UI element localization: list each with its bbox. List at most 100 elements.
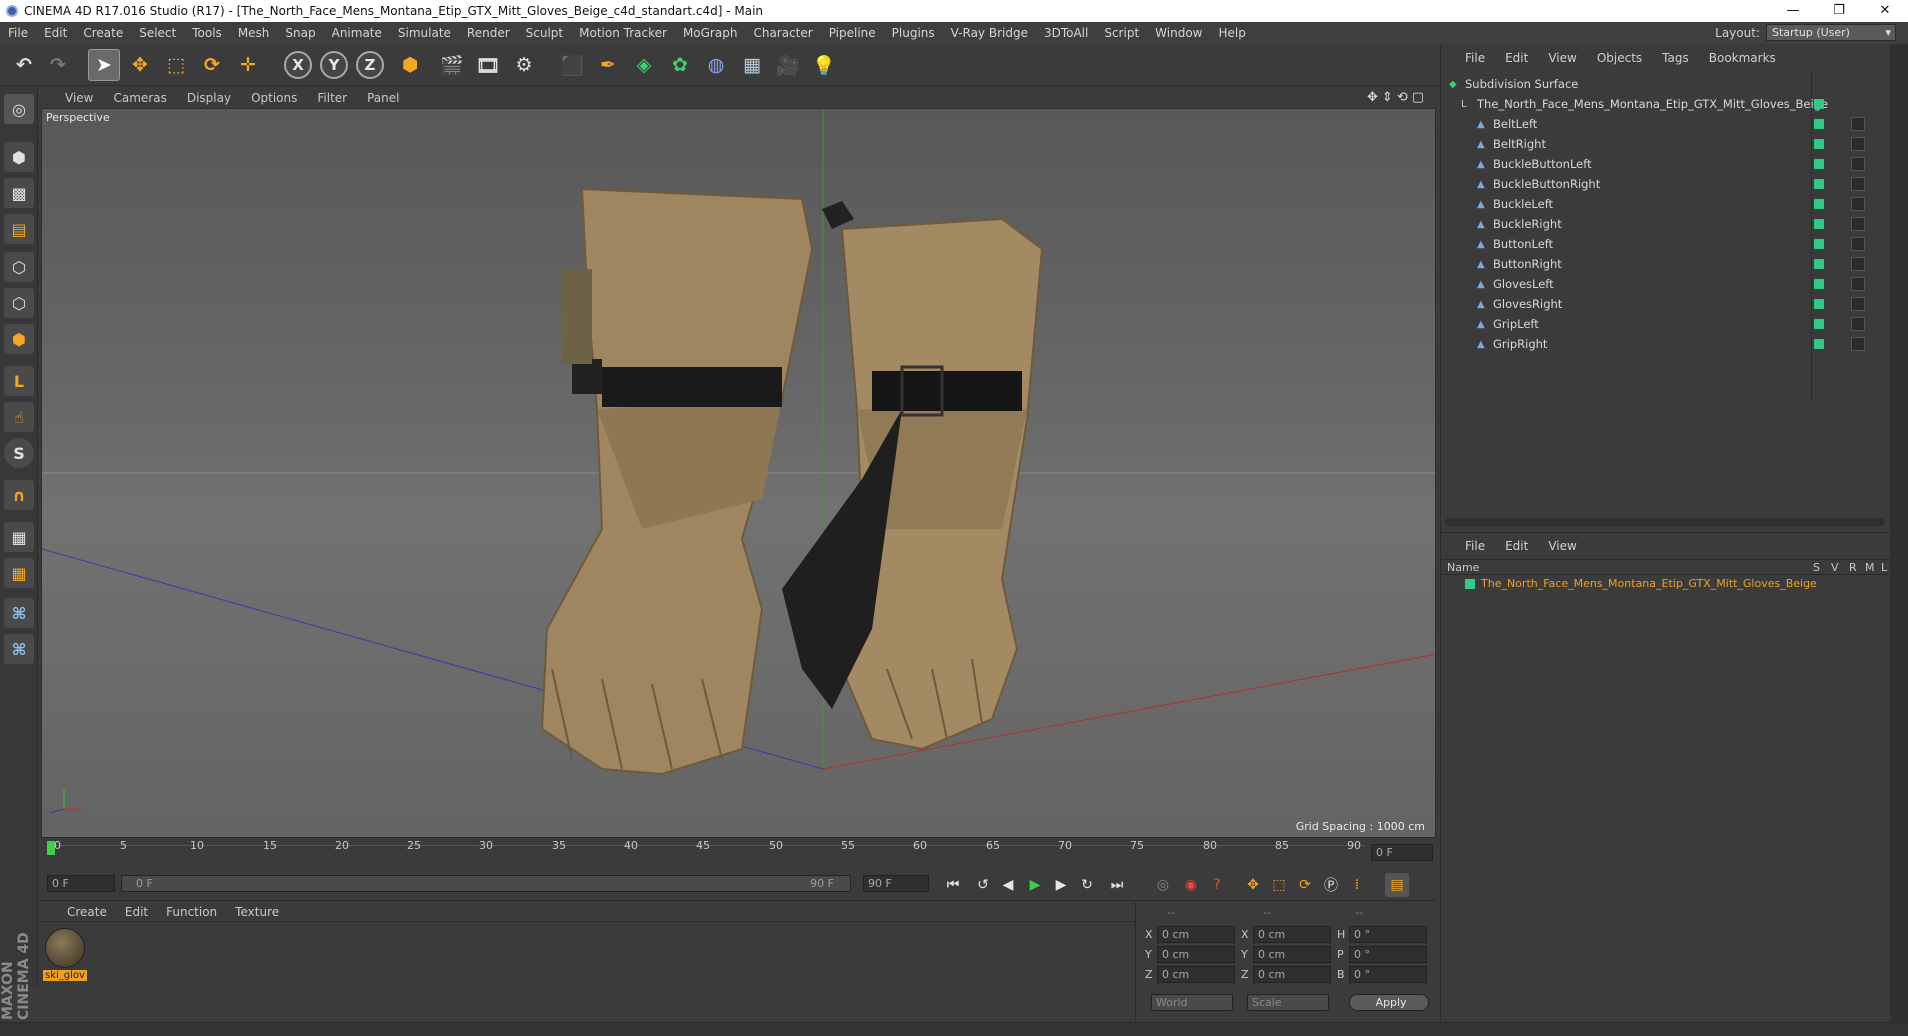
close-button[interactable]: ✕ (1862, 0, 1908, 22)
right-edge-tabs[interactable] (1890, 44, 1908, 1026)
points-mode-icon[interactable]: ⬡ (4, 252, 34, 282)
play-icon[interactable]: ▶ (1023, 873, 1047, 897)
material-tag-icon[interactable] (1851, 197, 1865, 211)
layer-color-swatch[interactable] (1814, 239, 1824, 249)
layer-color-swatch[interactable] (1814, 219, 1824, 229)
z-axis-lock-icon[interactable]: Z (356, 51, 384, 79)
menu-3dtoall[interactable]: 3DToAll (1036, 26, 1096, 40)
coordinate-system-icon[interactable]: ⬢ (394, 49, 426, 81)
layer-color-swatch[interactable] (1814, 179, 1824, 189)
workplane-icon[interactable]: ▤ (4, 214, 34, 244)
size-y-field[interactable]: 0 cm (1253, 946, 1331, 963)
layer-color-swatch[interactable] (1814, 139, 1824, 149)
material-tag-icon[interactable] (1851, 257, 1865, 271)
layout-dropdown[interactable]: Startup (User) (1766, 24, 1896, 41)
material-tag-icon[interactable] (1851, 237, 1865, 251)
viewport-menu-filter[interactable]: Filter (317, 91, 347, 105)
layer-color-swatch[interactable] (1814, 279, 1824, 289)
deformer-icon[interactable]: ◍ (700, 49, 732, 81)
menu-select[interactable]: Select (131, 26, 184, 40)
object-row-bucklebuttonright[interactable]: ▲ BuckleButtonRight (1477, 174, 1847, 194)
layer-menu-view[interactable]: View (1548, 539, 1576, 553)
material-tag-icon[interactable] (1851, 177, 1865, 191)
size-x-field[interactable]: 0 cm (1253, 926, 1331, 943)
viewport-menu-view[interactable]: View (65, 91, 93, 105)
menu-edit[interactable]: Edit (36, 26, 75, 40)
layer-color-swatch[interactable] (1814, 99, 1824, 109)
key-scale-icon[interactable]: ⬚ (1267, 873, 1291, 897)
current-frame-field[interactable]: 0 F (1371, 844, 1433, 861)
material-menu-function[interactable]: Function (166, 905, 217, 919)
light-bulb-icon[interactable]: 💡 (808, 49, 840, 81)
perspective-viewport[interactable]: Perspective Grid Spacing : 1000 cm (41, 108, 1436, 838)
material-swatch[interactable]: ski_glov (43, 928, 87, 981)
start-frame-field[interactable]: 0 F (47, 875, 115, 892)
python-generator-icon[interactable]: ⌘ (4, 634, 34, 664)
record-mode-icon[interactable]: ◎ (1151, 873, 1175, 897)
object-row-glovesright[interactable]: ▲ GlovesRight (1477, 294, 1847, 314)
axis-mode-icon[interactable]: L (4, 366, 34, 396)
viewport-menu-display[interactable]: Display (187, 91, 231, 105)
layer-color-swatch[interactable] (1814, 319, 1824, 329)
maximize-button[interactable]: ❐ (1816, 0, 1862, 22)
object-menu-bookmarks[interactable]: Bookmarks (1709, 51, 1776, 65)
layer-color-swatch[interactable] (1814, 199, 1824, 209)
workplane-snap-icon[interactable]: ▦ (4, 558, 34, 588)
polygons-mode-icon[interactable]: ⬢ (4, 324, 34, 354)
layer-color-swatch[interactable] (1814, 299, 1824, 309)
layer-menu-file[interactable]: File (1465, 539, 1485, 553)
layer-color-swatch[interactable] (1814, 119, 1824, 129)
prev-frame-icon[interactable]: ◀ (996, 873, 1020, 897)
snap-icon[interactable]: S (4, 438, 34, 468)
object-row-subdivision-surface[interactable]: ◆ Subdivision Surface (1449, 74, 1819, 94)
layer-row-name[interactable]: The_North_Face_Mens_Montana_Etip_GTX_Mit… (1481, 577, 1817, 590)
layer-color-swatch[interactable] (1814, 259, 1824, 269)
menu-create[interactable]: Create (75, 26, 131, 40)
menu-sculpt[interactable]: Sculpt (518, 26, 571, 40)
menu-snap[interactable]: Snap (277, 26, 323, 40)
goto-end-icon[interactable]: ⏭ (1105, 873, 1129, 897)
menu-help[interactable]: Help (1210, 26, 1253, 40)
menu-file[interactable]: File (0, 26, 36, 40)
object-manager-scrollbar[interactable] (1445, 518, 1885, 526)
object-row-glovesleft[interactable]: ▲ GlovesLeft (1477, 274, 1847, 294)
object-row-gripright[interactable]: ▲ GripRight (1477, 334, 1847, 354)
layer-color-swatch[interactable] (1814, 159, 1824, 169)
material-tag-icon[interactable] (1851, 157, 1865, 171)
size-z-field[interactable]: 0 cm (1253, 966, 1331, 983)
menu-window[interactable]: Window (1147, 26, 1210, 40)
object-menu-objects[interactable]: Objects (1597, 51, 1642, 65)
transform-icon[interactable]: ✛ (232, 49, 264, 81)
coord-scale-dropdown[interactable]: Scale (1247, 994, 1329, 1011)
edges-mode-icon[interactable]: ⬡ (4, 288, 34, 318)
move-icon[interactable]: ✥ (124, 49, 156, 81)
minimize-button[interactable]: — (1770, 0, 1816, 22)
texture-mode-icon[interactable]: ▩ (4, 178, 34, 208)
key-rotation-icon[interactable]: ⟳ (1293, 873, 1317, 897)
material-tag-icon[interactable] (1851, 117, 1865, 131)
object-row-beltleft[interactable]: ▲ BeltLeft (1477, 114, 1847, 134)
object-row-bucklebuttonleft[interactable]: ▲ BuckleButtonLeft (1477, 154, 1847, 174)
object-row-gripleft[interactable]: ▲ GripLeft (1477, 314, 1847, 334)
timeline-ruler[interactable]: 0 5 10 15 20 25 30 35 40 45 50 55 60 65 … (41, 839, 1436, 867)
rotation-p-field[interactable]: 0 ° (1349, 946, 1427, 963)
object-row-buttonleft[interactable]: ▲ ButtonLeft (1477, 234, 1847, 254)
menu-script[interactable]: Script (1096, 26, 1147, 40)
autokey-icon[interactable]: ? (1205, 873, 1229, 897)
object-row-group[interactable]: L The_North_Face_Mens_Montana_Etip_GTX_Mi… (1461, 94, 1831, 114)
object-row-buttonright[interactable]: ▲ ButtonRight (1477, 254, 1847, 274)
viewport-menu-options[interactable]: Options (251, 91, 297, 105)
cube-primitive-icon[interactable]: ⬛ (556, 49, 588, 81)
tweak-mode-icon[interactable]: ☝ (4, 402, 34, 432)
key-pla-icon[interactable]: ⁞ (1345, 873, 1369, 897)
spline-pen-icon[interactable]: ✒ (592, 49, 624, 81)
material-tag-icon[interactable] (1851, 137, 1865, 151)
object-menu-tags[interactable]: Tags (1662, 51, 1689, 65)
rotation-b-field[interactable]: 0 ° (1349, 966, 1427, 983)
layer-menu-edit[interactable]: Edit (1505, 539, 1528, 553)
viewport-navigation-icons[interactable]: ✥⇕⟲▢ (1367, 90, 1428, 105)
material-tag-icon[interactable] (1851, 277, 1865, 291)
mograph-cloner-icon[interactable]: ✿ (664, 49, 696, 81)
redo-icon[interactable]: ↷ (42, 49, 74, 81)
key-param-icon[interactable]: Ⓟ (1319, 873, 1343, 897)
